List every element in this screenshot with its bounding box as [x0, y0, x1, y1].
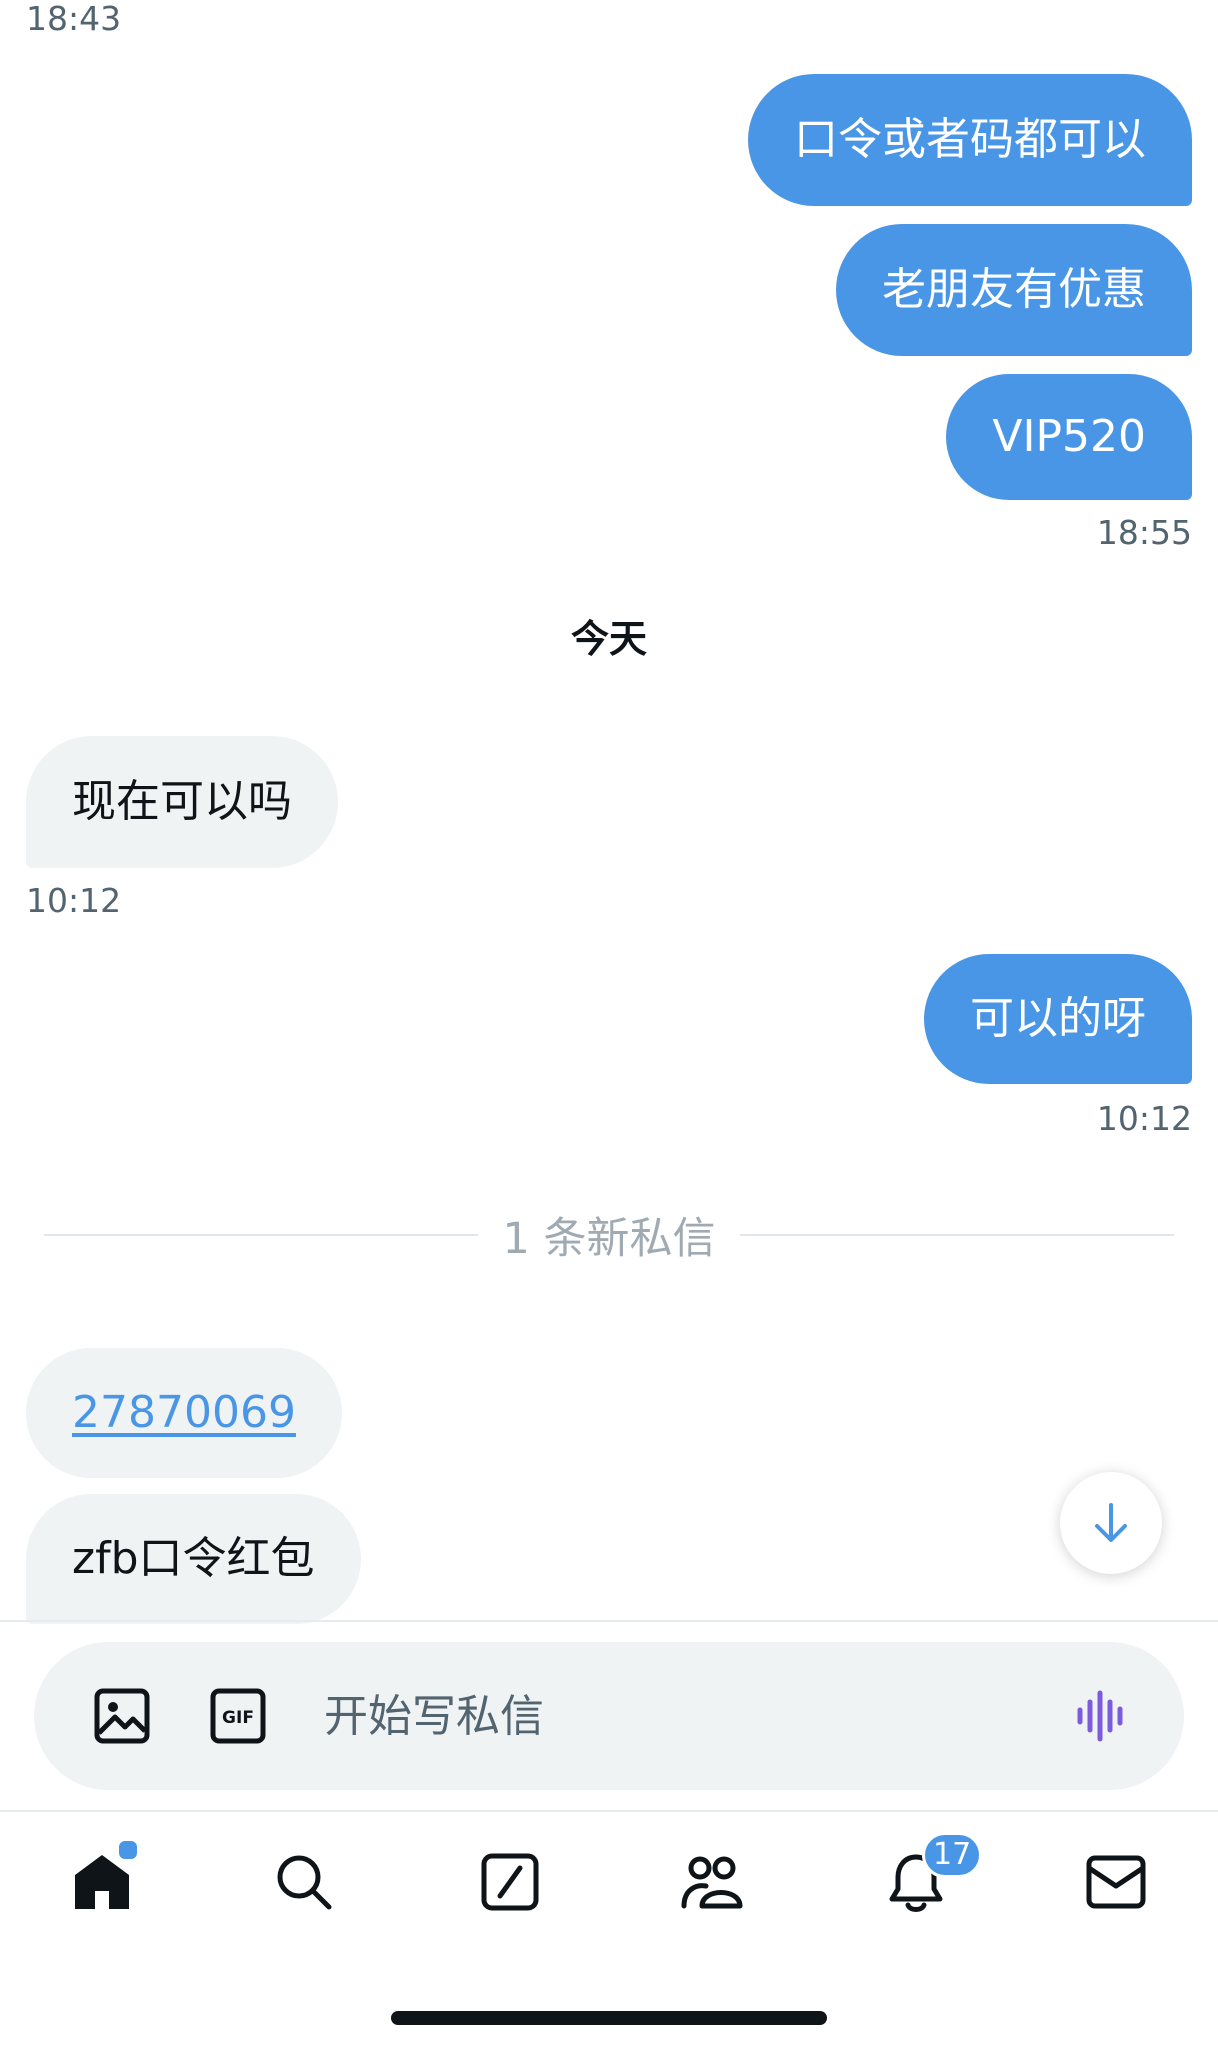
message-text: 可以的呀 — [970, 993, 1146, 1044]
message-text: 口令或者码都可以 — [794, 114, 1146, 165]
add-gif-button[interactable]: GIF — [200, 1678, 276, 1754]
tab-communities[interactable] — [672, 1842, 752, 1922]
message-composer: GIF — [34, 1642, 1184, 1790]
tab-messages[interactable] — [1076, 1842, 1156, 1922]
outgoing-message-bubble[interactable]: 口令或者码都可以 — [748, 74, 1192, 206]
tab-grok[interactable] — [470, 1842, 550, 1922]
day-divider: 今天 — [570, 617, 647, 661]
outgoing-message-bubble[interactable]: 可以的呀 — [924, 954, 1192, 1084]
new-messages-divider: 1 条新私信 — [44, 1210, 1174, 1264]
tabbar-divider — [0, 1810, 1218, 1812]
incoming-message-bubble[interactable]: 现在可以吗 — [26, 736, 338, 868]
message-input[interactable] — [324, 1676, 1044, 1756]
home-indicator[interactable] — [391, 2011, 827, 2025]
message-timestamp: 10:12 — [26, 881, 122, 920]
grok-icon — [481, 1853, 539, 1911]
home-unread-dot — [116, 1838, 140, 1862]
message-link[interactable]: 27870069 — [72, 1391, 296, 1435]
new-messages-label: 1 条新私信 — [502, 1214, 716, 1264]
image-icon — [94, 1688, 150, 1744]
search-icon — [277, 1855, 332, 1910]
outgoing-message-bubble[interactable]: VIP520 — [946, 374, 1192, 500]
gif-icon: GIF — [210, 1688, 266, 1744]
messages-icon — [1086, 1855, 1146, 1909]
message-text: zfb口令红包 — [72, 1533, 315, 1584]
divider-line — [44, 1234, 479, 1236]
message-text: 现在可以吗 — [72, 776, 292, 827]
message-timestamp: 18:43 — [26, 0, 122, 38]
tab-search[interactable] — [264, 1842, 344, 1922]
message-text: VIP520 — [992, 411, 1146, 462]
composer-divider — [0, 1620, 1218, 1622]
message-timestamp: 18:55 — [1096, 513, 1192, 552]
voice-waveform-icon — [1077, 1690, 1123, 1742]
scroll-to-bottom-button[interactable] — [1060, 1472, 1162, 1574]
incoming-message-bubble: 27870069 — [26, 1348, 342, 1478]
communities-icon — [681, 1856, 743, 1909]
message-timestamp: 10:12 — [1096, 1099, 1192, 1138]
add-image-button[interactable] — [84, 1678, 160, 1754]
message-text: 老朋友有优惠 — [882, 264, 1146, 315]
voice-message-button[interactable] — [1064, 1678, 1140, 1754]
gif-icon-text: GIF — [222, 1708, 254, 1728]
arrow-down-icon — [1095, 1503, 1127, 1542]
divider-line — [739, 1234, 1174, 1236]
outgoing-message-bubble[interactable]: 老朋友有优惠 — [836, 224, 1192, 356]
incoming-message-bubble[interactable]: zfb口令红包 — [26, 1494, 361, 1624]
notification-count-badge: 17 — [922, 1832, 983, 1878]
